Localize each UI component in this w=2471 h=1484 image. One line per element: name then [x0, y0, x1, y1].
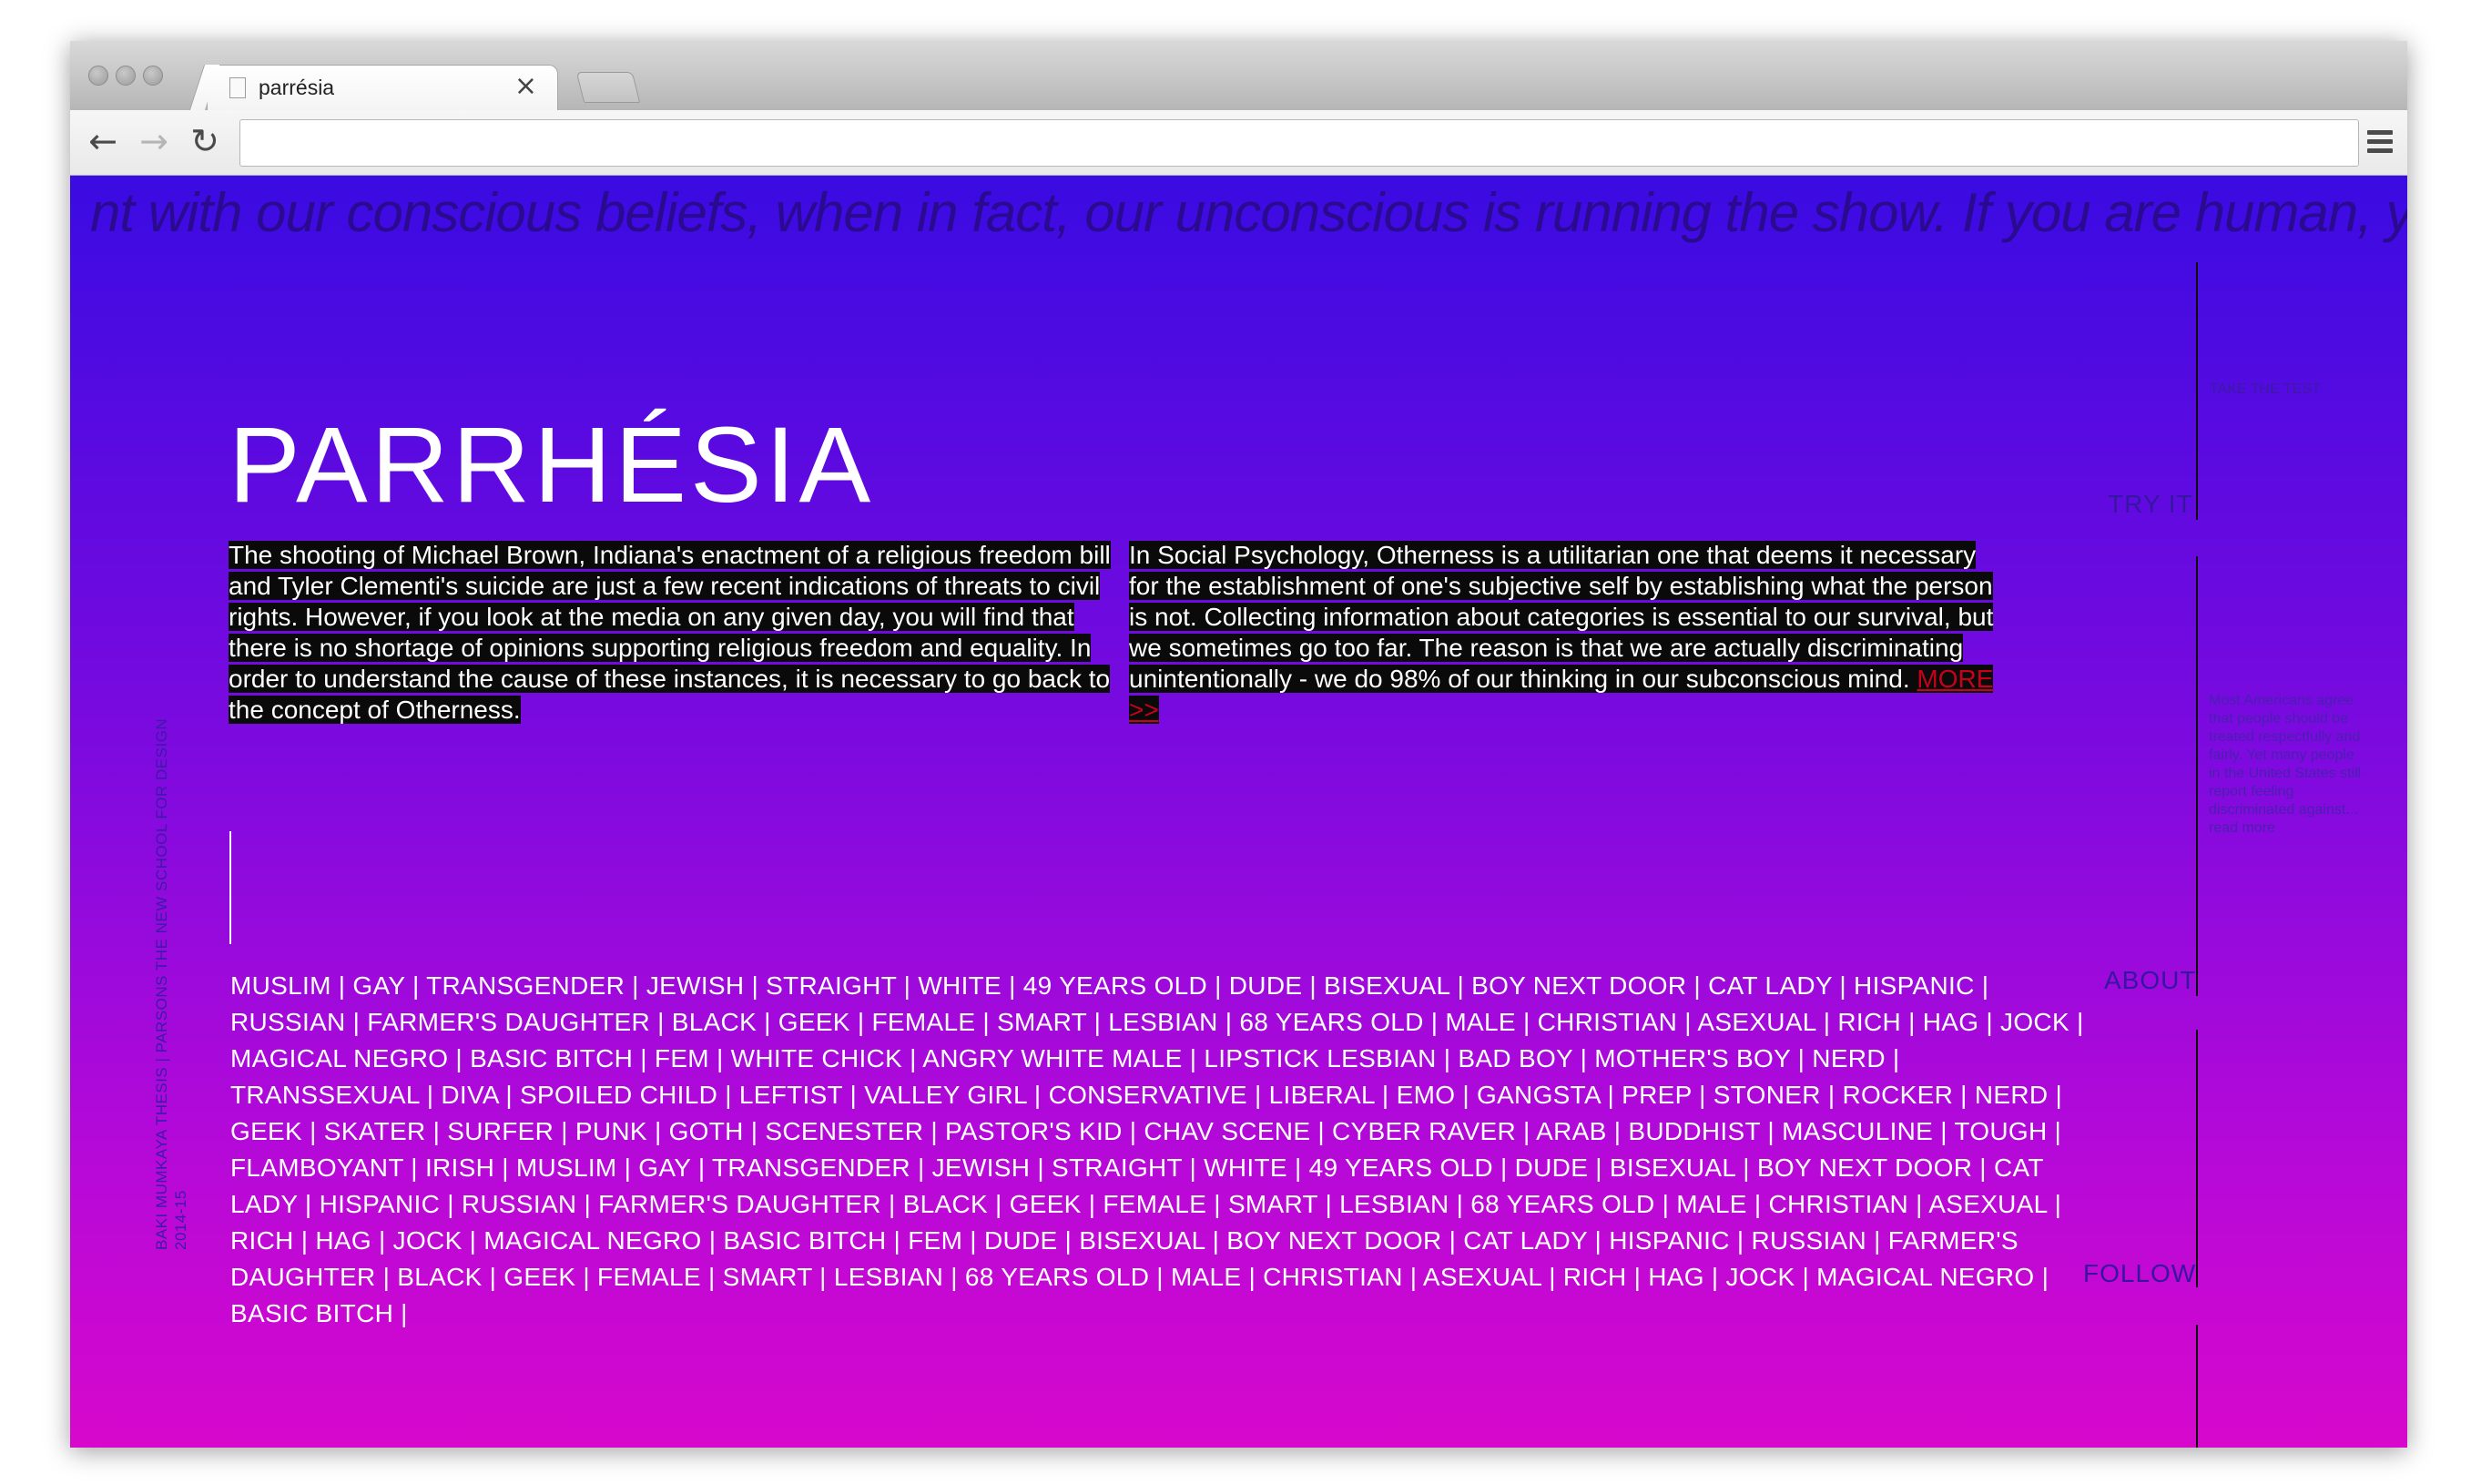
- identity-tag-list: MUSLIM | GAY | TRANSGENDER | JEWISH | ST…: [230, 971, 2084, 1327]
- sidebar-divider: [2196, 262, 2198, 520]
- take-test-label[interactable]: TAKE THE TEST: [2210, 381, 2321, 398]
- sidebar-divider: [2196, 1325, 2198, 1448]
- address-bar[interactable]: [239, 119, 2359, 167]
- menu-icon[interactable]: [2367, 130, 2393, 158]
- nav-try-it[interactable]: TRY IT: [2108, 490, 2193, 519]
- text-cursor-line: [229, 831, 231, 944]
- intro-left-text: The shooting of Michael Brown, Indiana's…: [229, 541, 1111, 724]
- sidebar-divider: [2196, 1030, 2198, 1287]
- zoom-window-button[interactable]: [143, 66, 163, 86]
- browser-tab[interactable]: parrésia ×: [207, 65, 558, 110]
- browser-toolbar: ← → ↻: [70, 110, 2407, 176]
- intro-right: In Social Psychology, Otherness is a uti…: [1129, 540, 2008, 726]
- forward-arrow-icon[interactable]: →: [134, 121, 174, 161]
- thesis-credit: BAKI MUMKAYA THESIS | PARSONS THE NEW SC…: [152, 704, 190, 1250]
- nav-follow[interactable]: FOLLOW: [2083, 1259, 2196, 1288]
- page-content: nt with our conscious beliefs, when in f…: [70, 176, 2407, 1448]
- about-teaser[interactable]: Most Americans agree that people should …: [2209, 692, 2364, 838]
- sidebar-divider: [2196, 556, 2198, 996]
- browser-window: parrésia × ← → ↻ nt with our conscious b…: [70, 41, 2407, 1448]
- minimize-window-button[interactable]: [116, 66, 136, 86]
- tab-title: parrésia: [259, 76, 335, 99]
- close-window-button[interactable]: [88, 66, 108, 86]
- tab-bar: parrésia ×: [70, 41, 2407, 110]
- page-icon: [229, 77, 246, 98]
- nav-about[interactable]: ABOUT: [2104, 966, 2196, 995]
- intro-left: The shooting of Michael Brown, Indiana's…: [229, 540, 1116, 726]
- close-tab-icon[interactable]: ×: [514, 70, 537, 102]
- intro-right-text: In Social Psychology, Otherness is a uti…: [1129, 541, 1994, 693]
- new-tab-button[interactable]: [575, 72, 641, 103]
- site-logo: PARRHÉSIA: [229, 405, 875, 525]
- credit-line: BAKI MUMKAYA THESIS | PARSONS THE NEW SC…: [153, 717, 170, 1250]
- scrolling-ticker: nt with our conscious beliefs, when in f…: [90, 182, 2407, 243]
- credit-year: 2014-15: [172, 1190, 189, 1250]
- reload-icon[interactable]: ↻: [185, 121, 225, 161]
- back-arrow-icon[interactable]: ←: [83, 121, 123, 161]
